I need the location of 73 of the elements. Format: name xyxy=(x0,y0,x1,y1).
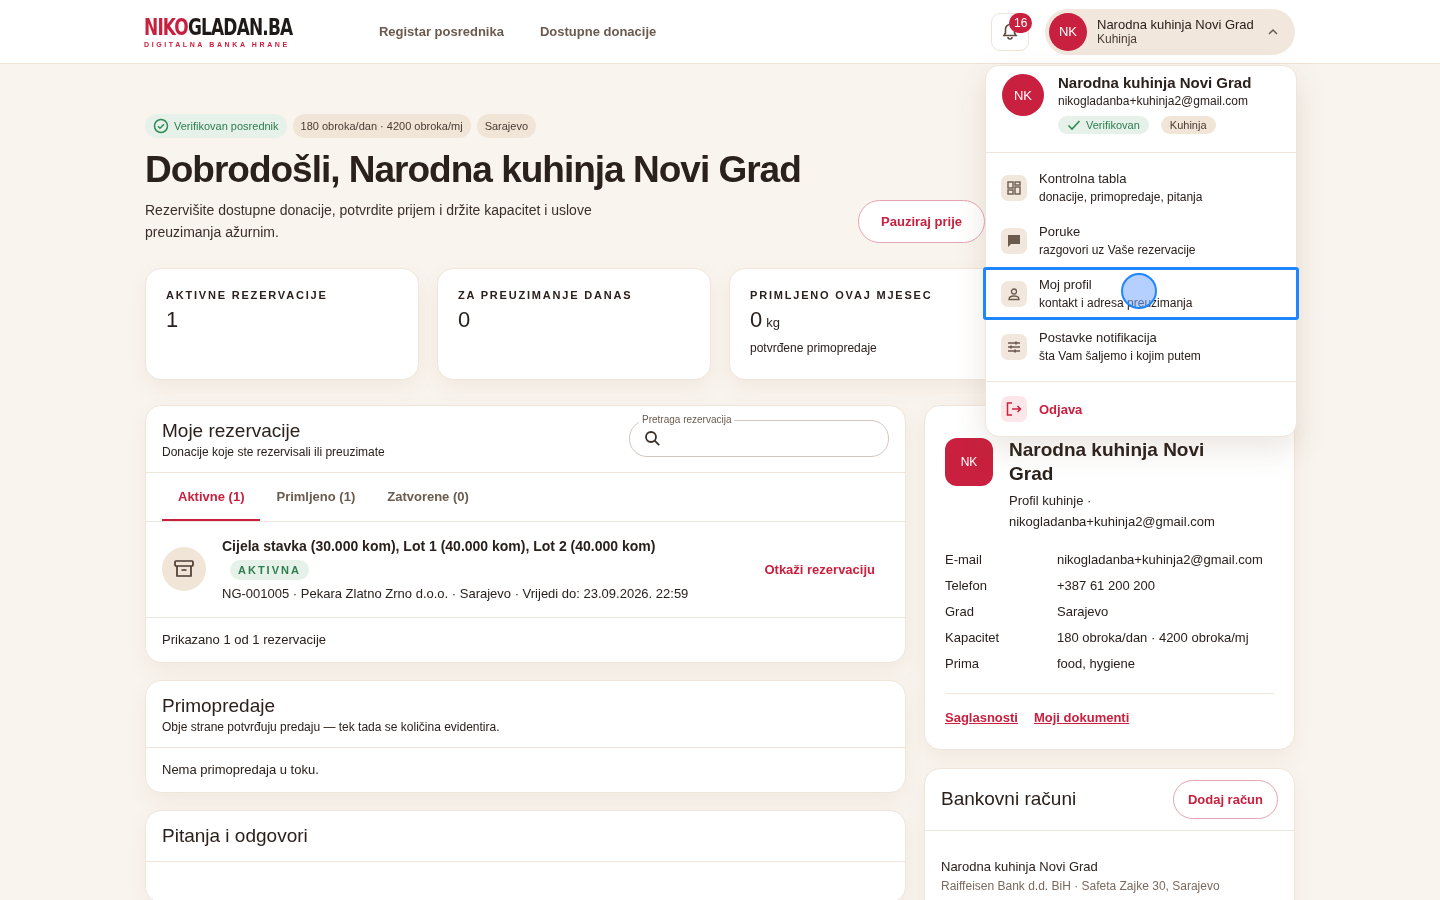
menu-user-email: nikogladanba+kuhinja2@gmail.com xyxy=(1058,94,1249,108)
badge: 180 obroka/dan · 4200 obroka/mj xyxy=(292,114,471,138)
logout-item[interactable]: Odjava xyxy=(983,388,1299,430)
profile-link[interactable]: Saglasnosti xyxy=(945,709,1018,725)
notifications-button[interactable]: 16 xyxy=(991,12,1029,51)
nav-link[interactable]: Dostupne donacije xyxy=(539,24,657,39)
account-name: Narodna kuhinja Novi Grad xyxy=(941,858,1099,874)
stat-label: PRIMLJENO OVAJ MJESEC xyxy=(750,288,934,301)
cancel-link[interactable]: Otkaži rezervaciju xyxy=(764,561,875,577)
field-label: Grad xyxy=(945,603,975,619)
menu-item[interactable]: Kontrolna tabla donacije, primopredaje, pitanja xyxy=(983,161,1299,214)
reservation-details: NG-001005 · Pekara Zlatno Zrno d.o.o. · Sarajevo · Vrijedi do: 23.09.2026. 22:59 xyxy=(222,585,690,601)
stat-label: AKTIVNE REZERVACIJE xyxy=(166,288,329,301)
menu-item[interactable]: Postavke notifikacija šta Vam šaljemo i kojim putem xyxy=(983,320,1299,373)
sliders-icon xyxy=(1001,333,1027,360)
page-subtitle: Rezervišite dostupne donacije, potvrdite prijem i držite kapacitet i uslove preuzimanja ažurnim. xyxy=(145,200,593,242)
archive-icon xyxy=(162,547,206,592)
panel-title: Moje rezervacije xyxy=(162,419,302,442)
menu-item[interactable]: Poruke razgovori uz Vaše rezervacije xyxy=(983,214,1299,267)
tab[interactable]: Primljeno (1) xyxy=(260,472,372,521)
field-value: Sarajevo xyxy=(1057,603,1110,619)
field-label: Kapacitet xyxy=(945,629,1001,645)
chat-icon xyxy=(1001,227,1027,254)
caret-icon xyxy=(1267,27,1279,36)
person-icon xyxy=(1001,280,1027,307)
nav-link[interactable]: Registar posrednika xyxy=(378,24,504,39)
account-name: Narodna kuhinja Novi Grad xyxy=(1097,17,1254,32)
badge: Verifikovan posrednik xyxy=(145,114,287,138)
avatar: NK xyxy=(945,437,993,486)
field-value: +387 61 200 200 xyxy=(1057,577,1156,593)
reservation-title: Cijela stavka (30.000 kom), Lot 1 (40.000 kom), Lot 2 (40.000 kom) xyxy=(222,537,657,554)
status-badge: AKTIVNA xyxy=(230,559,309,580)
field-label: Prima xyxy=(945,655,980,671)
stat-note: potvrđene primopredaje xyxy=(750,340,878,355)
search-field[interactable]: Pretraga rezervacija xyxy=(629,412,889,457)
tab[interactable]: Aktivne (1) xyxy=(162,472,261,521)
field-value: 180 obroka/dan · 4200 obroka/mj xyxy=(1057,629,1250,645)
account-role: Kuhinja xyxy=(1097,32,1138,46)
stat-value: 0 xyxy=(458,306,471,333)
pause-button[interactable]: Pauziraj prije xyxy=(858,199,985,243)
stat-value: 1 xyxy=(166,306,179,333)
field-value: nikogladanba+kuhinja2@gmail.com xyxy=(1057,551,1264,567)
notification-count: 16 xyxy=(1009,12,1033,33)
empty-message: Nema primopredaja u toku. xyxy=(161,760,320,779)
panel-subtitle: Obje strane potvrđuju predaju — tek tada se količina evidentira. xyxy=(162,719,500,734)
search-icon xyxy=(644,430,661,448)
add-account-button[interactable]: Dodaj račun xyxy=(1172,779,1278,819)
panel-title: Primopredaje xyxy=(162,694,276,717)
panel-title: Pitanja i odgovori xyxy=(162,824,308,847)
badge: Sarajevo xyxy=(476,114,537,138)
stat-value: 0 xyxy=(750,306,763,333)
avatar: NK xyxy=(1049,12,1087,51)
grid-icon xyxy=(1001,174,1027,201)
avatar: NK xyxy=(1002,74,1044,116)
menu-user-name: Narodna kuhinja Novi Grad xyxy=(1058,74,1252,91)
stat-label: ZA PREUZIMANJE DANAS xyxy=(458,288,634,301)
stat-unit: kg xyxy=(766,314,780,330)
profile-name: Narodna kuhinja Novi Grad xyxy=(1009,437,1206,486)
logout-icon xyxy=(1001,396,1027,422)
field-value: food, hygiene xyxy=(1057,655,1137,671)
field-label: Telefon xyxy=(945,577,988,593)
panel-title: Bankovni računi xyxy=(941,788,1077,811)
profile-link[interactable]: Moji dokumenti xyxy=(1033,709,1130,725)
page-title: Dobrodošli, Narodna kuhinja Novi Grad xyxy=(145,150,801,191)
tab[interactable]: Zatvorene (0) xyxy=(371,472,485,521)
field-label: E-mail xyxy=(945,551,983,567)
account-button[interactable]: NK Narodna kuhinja Novi Grad Kuhinja xyxy=(1045,8,1295,55)
panel-subtitle: Donacije koje ste rezervisali ili preuzimate xyxy=(162,444,385,459)
badge: Verifikovan xyxy=(1058,116,1149,134)
result-count: Prikazano 1 od 1 rezervacije xyxy=(161,630,328,649)
account-details: Raiffeisen Bank d.d. BiH · Safeta Zajke 30, Sarajevo xyxy=(941,878,1221,893)
profile-subtitle: Profil kuhinje · nikogladanba+kuhinja2@gmail.com xyxy=(1009,491,1216,531)
badge: Kuhinja xyxy=(1160,116,1216,134)
